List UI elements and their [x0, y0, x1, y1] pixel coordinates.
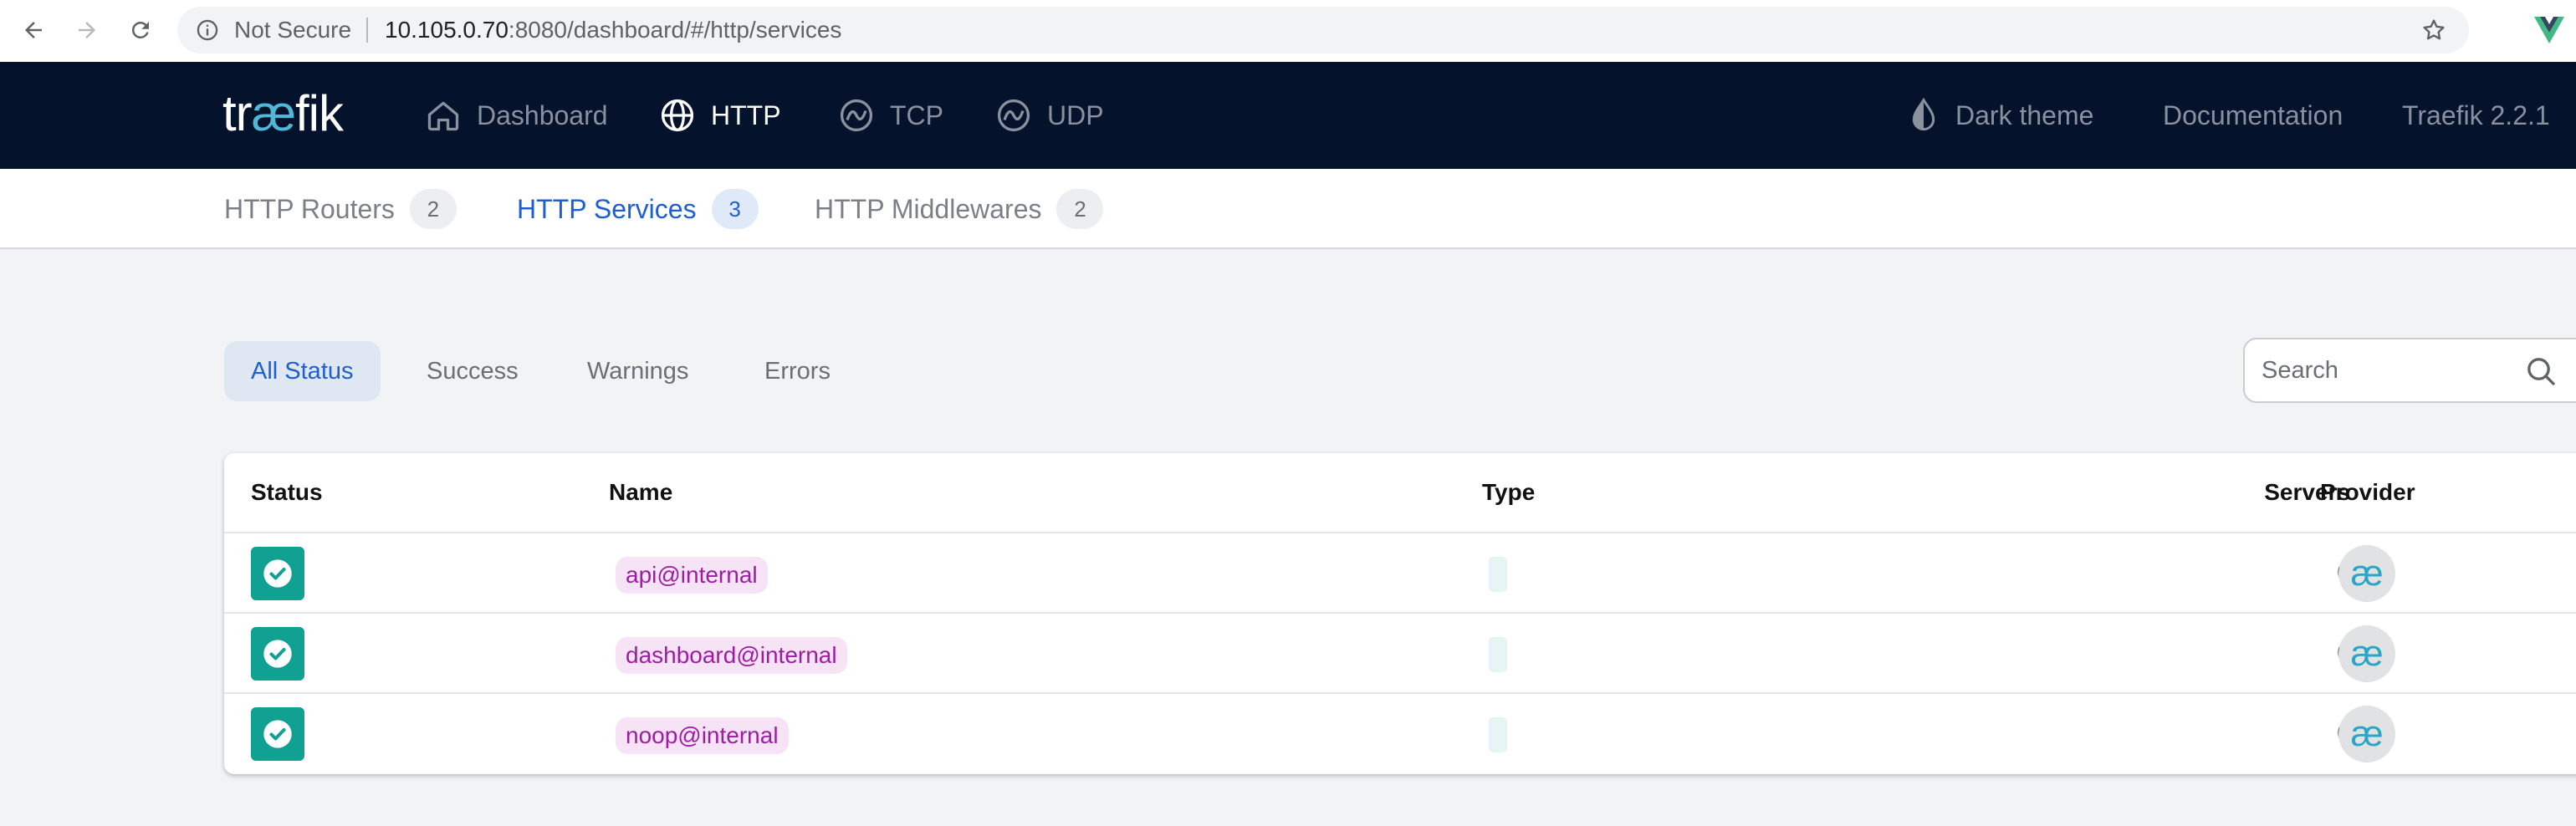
status-success-badge — [251, 707, 304, 761]
service-name-chip: dashboard@internal — [616, 637, 847, 674]
traefik-logo[interactable]: træfik — [222, 80, 344, 147]
bookmark-star-icon[interactable] — [2420, 17, 2447, 43]
home-icon — [427, 101, 459, 131]
url-text[interactable]: 10.105.0.70:8080/dashboard/#/http/servic… — [385, 7, 841, 54]
service-name-chip: noop@internal — [616, 717, 789, 754]
table-row[interactable]: api@internal 0 æ — [224, 532, 2576, 612]
tab-label: HTTP Services — [517, 193, 697, 224]
service-name-chip: api@internal — [616, 557, 768, 594]
tab-http-routers[interactable]: HTTP Routers 2 — [224, 169, 457, 249]
column-header-name[interactable]: Name — [609, 453, 672, 532]
back-button[interactable] — [15, 12, 52, 48]
documentation-label: Documentation — [2163, 99, 2343, 130]
count-badge: 2 — [1056, 189, 1104, 229]
dark-theme-toggle[interactable]: Dark theme — [1907, 62, 2093, 169]
arrow-left-icon — [25, 22, 42, 38]
nav-dashboard-label: Dashboard — [477, 99, 608, 130]
table-row[interactable]: dashboard@internal 0 æ — [224, 612, 2576, 692]
tcp-icon — [840, 99, 873, 132]
logo-ae: æ — [251, 85, 296, 141]
servers-count: 0 — [2123, 533, 2350, 612]
drop-icon — [1912, 97, 1935, 131]
filter-success[interactable]: Success — [400, 341, 545, 401]
nav-udp-label: UDP — [1047, 99, 1104, 130]
browser-toolbar: Not Secure 10.105.0.70:8080/dashboard/#/… — [0, 0, 2576, 62]
column-header-status[interactable]: Status — [251, 453, 323, 532]
address-bar[interactable]: Not Secure 10.105.0.70:8080/dashboard/#/… — [177, 7, 2469, 54]
nav-udp[interactable]: UDP — [995, 62, 1104, 169]
dark-theme-label: Dark theme — [1955, 99, 2094, 130]
nav-tcp-label: TCP — [890, 99, 943, 130]
internal-provider-icon: æ — [2338, 625, 2395, 682]
nav-dashboard[interactable]: Dashboard — [425, 62, 608, 169]
logo-text-start: tr — [222, 85, 253, 141]
count-badge: 3 — [711, 189, 759, 229]
globe-icon — [661, 99, 694, 132]
search-box — [2243, 338, 2576, 403]
search-icon[interactable] — [2524, 354, 2558, 388]
tab-http-services[interactable]: HTTP Services 3 — [517, 169, 759, 249]
vue-devtools-icon[interactable] — [2534, 17, 2564, 43]
filter-warnings[interactable]: Warnings — [560, 341, 715, 401]
services-table: Status Name Type Servers Provider api@in… — [224, 453, 2576, 774]
version-text: Traefik 2.2.1 — [2402, 99, 2550, 130]
type-chip — [1489, 637, 1507, 672]
security-label: Not Secure — [234, 17, 352, 43]
column-header-provider[interactable]: Provider — [2320, 453, 2415, 532]
forward-button[interactable] — [69, 12, 105, 48]
column-header-servers[interactable]: Servers — [2123, 453, 2350, 532]
count-badge: 2 — [409, 189, 457, 229]
check-circle-icon — [263, 559, 292, 588]
nav-http-label: HTTP — [711, 99, 781, 130]
table-row[interactable]: noop@internal 0 æ — [224, 692, 2576, 772]
servers-count: 0 — [2123, 614, 2350, 692]
internal-provider-icon: æ — [2338, 706, 2395, 762]
udp-icon — [997, 99, 1030, 132]
status-success-badge — [251, 547, 304, 600]
url-host: 10.105.0.70 — [385, 17, 509, 43]
internal-provider-icon: æ — [2338, 545, 2395, 602]
subnav-tabs: HTTP Routers 2 HTTP Services 3 HTTP Midd… — [0, 169, 2576, 249]
nav-http[interactable]: HTTP — [659, 62, 781, 169]
type-chip — [1489, 717, 1507, 752]
logo-text-end: fik — [295, 85, 344, 141]
check-circle-icon — [263, 640, 292, 668]
nav-tcp[interactable]: TCP — [838, 62, 943, 169]
servers-count: 0 — [2123, 694, 2350, 772]
search-input[interactable] — [2262, 339, 2512, 401]
tab-label: HTTP Routers — [224, 193, 395, 224]
version-label: Traefik 2.2.1 — [2402, 62, 2550, 169]
tab-http-middlewares[interactable]: HTTP Middlewares 2 — [815, 169, 1104, 249]
omnibox-separator — [366, 18, 368, 43]
reload-button[interactable] — [122, 12, 159, 48]
info-icon[interactable] — [196, 18, 219, 42]
arrow-right-icon — [79, 22, 95, 38]
column-header-type[interactable]: Type — [1482, 453, 1535, 532]
filter-errors[interactable]: Errors — [738, 341, 857, 401]
filter-all-status[interactable]: All Status — [224, 341, 381, 401]
status-success-badge — [251, 627, 304, 681]
app-header: træfik Dashboard HTTP TCP UDP Dark theme… — [0, 62, 2576, 169]
tab-label: HTTP Middlewares — [815, 193, 1042, 224]
type-chip — [1489, 557, 1507, 592]
check-circle-icon — [263, 720, 292, 748]
documentation-link[interactable]: Documentation — [2163, 62, 2343, 169]
url-path: :8080/dashboard/#/http/services — [508, 17, 842, 43]
reload-icon — [131, 21, 149, 38]
